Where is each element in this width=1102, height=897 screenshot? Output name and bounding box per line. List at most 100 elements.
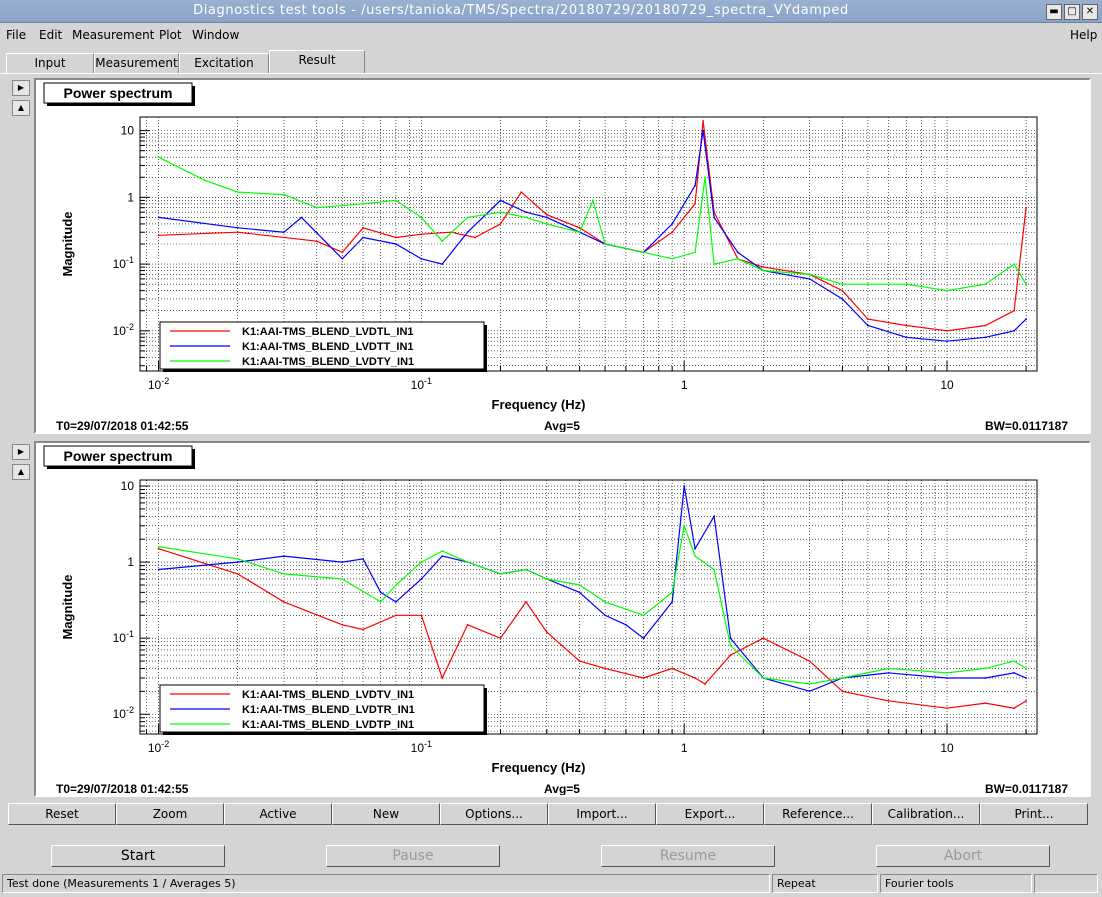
pad1-next-icon[interactable]: ▶ bbox=[12, 80, 30, 96]
data-point bbox=[545, 223, 548, 225]
data-point bbox=[905, 283, 908, 286]
data-point bbox=[441, 555, 444, 557]
tab-excitation[interactable]: Excitation bbox=[179, 53, 269, 73]
data-point bbox=[341, 561, 344, 563]
data-point bbox=[341, 257, 344, 260]
data-point bbox=[499, 573, 502, 575]
data-point bbox=[395, 614, 397, 617]
menu-edit[interactable]: Edit bbox=[39, 28, 62, 42]
print-button[interactable]: Print... bbox=[980, 803, 1088, 825]
data-point bbox=[642, 677, 645, 679]
x-tick-label: 10-1 bbox=[411, 739, 432, 755]
x-tick-label: 10-2 bbox=[148, 376, 169, 392]
reference-button[interactable]: Reference... bbox=[764, 803, 872, 825]
data-point bbox=[379, 601, 382, 603]
data-point bbox=[236, 231, 239, 234]
data-point bbox=[694, 555, 696, 557]
data-point bbox=[984, 702, 987, 704]
status-extra bbox=[1034, 874, 1098, 893]
data-point bbox=[841, 677, 844, 679]
menu-file[interactable]: File bbox=[6, 28, 26, 42]
data-point bbox=[704, 683, 706, 685]
pause-button[interactable]: Pause bbox=[326, 845, 500, 867]
data-point bbox=[729, 644, 732, 647]
menu-help[interactable]: Help bbox=[1070, 28, 1097, 42]
tab-input[interactable]: Input bbox=[6, 53, 94, 73]
data-point bbox=[671, 601, 674, 603]
y-tick-label: 10-1 bbox=[113, 629, 134, 645]
data-point bbox=[604, 601, 606, 603]
data-point bbox=[1025, 677, 1027, 679]
data-point bbox=[671, 591, 674, 594]
data-point bbox=[499, 199, 502, 202]
data-point bbox=[1013, 660, 1015, 662]
active-button[interactable]: Active bbox=[224, 803, 332, 825]
plot-1-canvas[interactable]: Power spectrum 10 1 10-1 10-2 10-2 10-1 1 10 Magn… bbox=[36, 80, 1089, 432]
pad1-collapse-icon[interactable]: ▲ bbox=[12, 100, 30, 116]
data-point bbox=[736, 257, 739, 260]
zoom-button[interactable]: Zoom bbox=[116, 803, 224, 825]
data-point bbox=[736, 251, 739, 254]
x-axis-label: Frequency (Hz) bbox=[492, 397, 586, 412]
plot-pad-1[interactable]: Power spectrum 10 1 10-1 10-2 10-2 10-1 1 10 Magn… bbox=[34, 78, 1091, 434]
data-point bbox=[946, 340, 948, 343]
data-point bbox=[762, 637, 765, 640]
tab-result[interactable]: Result bbox=[269, 50, 365, 73]
data-point bbox=[545, 213, 548, 216]
data-point bbox=[762, 266, 765, 268]
data-point bbox=[157, 216, 160, 219]
new-button[interactable]: New bbox=[332, 803, 440, 825]
menu-measurement[interactable]: Measurement bbox=[72, 28, 154, 42]
start-button[interactable]: Start bbox=[51, 845, 225, 867]
avg-label: Avg=5 bbox=[544, 419, 580, 432]
import-button[interactable]: Import... bbox=[548, 803, 656, 825]
data-point bbox=[525, 216, 527, 219]
data-point bbox=[671, 231, 674, 234]
data-point bbox=[441, 240, 444, 243]
menu-window[interactable]: Window bbox=[192, 28, 239, 42]
panel-title: Power spectrum bbox=[64, 85, 173, 101]
export-button[interactable]: Export... bbox=[656, 803, 764, 825]
tab-measurement[interactable]: Measurement bbox=[94, 53, 179, 73]
data-point bbox=[984, 677, 987, 679]
plot-pad-2[interactable]: Power spectrum 10 1 10-1 10-2 10-2 10-1 1 10 Magn… bbox=[34, 441, 1091, 797]
control-button-row: Reset Zoom Active New Options... Import.… bbox=[8, 803, 1090, 827]
resume-button[interactable]: Resume bbox=[601, 845, 775, 867]
data-point bbox=[1013, 263, 1015, 265]
maximize-icon[interactable]: □ bbox=[1064, 4, 1080, 20]
abort-button[interactable]: Abort bbox=[876, 845, 1050, 867]
data-point bbox=[867, 318, 869, 320]
data-point bbox=[694, 547, 696, 550]
data-point bbox=[694, 677, 696, 679]
x-tick-label: 1 bbox=[681, 378, 688, 392]
x-axis-label: Frequency (Hz) bbox=[492, 760, 586, 775]
calibration-button[interactable]: Calibration... bbox=[872, 803, 980, 825]
data-point bbox=[420, 257, 423, 260]
data-point bbox=[545, 631, 548, 633]
data-point bbox=[315, 206, 318, 209]
data-point bbox=[525, 601, 527, 603]
data-point bbox=[283, 573, 285, 575]
options-button[interactable]: Options... bbox=[440, 803, 548, 825]
reset-button[interactable]: Reset bbox=[8, 803, 116, 825]
menu-plot[interactable]: Plot bbox=[159, 28, 182, 42]
minimize-icon[interactable]: ▬ bbox=[1046, 4, 1062, 20]
x-tick-label: 10 bbox=[940, 741, 954, 755]
data-point bbox=[984, 667, 987, 670]
menu-bar: File Edit Measurement Plot Window Help bbox=[0, 23, 1102, 47]
pad2-collapse-icon[interactable]: ▲ bbox=[12, 464, 30, 480]
data-point bbox=[315, 240, 318, 243]
close-icon[interactable]: ✕ bbox=[1082, 4, 1098, 20]
x-tick-label: 10 bbox=[940, 378, 954, 392]
data-point bbox=[1025, 283, 1027, 286]
data-point bbox=[499, 223, 502, 225]
data-point bbox=[362, 202, 364, 205]
plot-2-canvas[interactable]: Power spectrum 10 1 10-1 10-2 10-2 10-1 1 10 Magn… bbox=[36, 443, 1089, 795]
data-point bbox=[762, 269, 765, 272]
y-tick-label: 1 bbox=[127, 555, 134, 569]
data-point bbox=[1013, 329, 1015, 332]
y-tick-label: 10-2 bbox=[113, 705, 134, 721]
x-tick-label: 1 bbox=[681, 741, 688, 755]
data-point bbox=[694, 251, 696, 254]
pad2-next-icon[interactable]: ▶ bbox=[12, 444, 30, 460]
